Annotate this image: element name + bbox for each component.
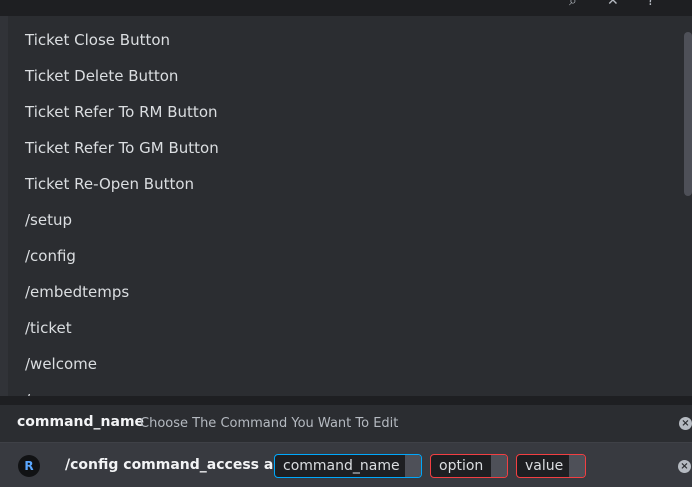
option-option-field[interactable]: option xyxy=(430,454,508,478)
hint-description: Choose The Command You Want To Edit xyxy=(140,416,399,431)
list-item[interactable]: /ticket xyxy=(25,310,72,346)
list-item[interactable]: /... xyxy=(25,382,44,396)
option-value-slot[interactable] xyxy=(569,455,585,477)
list-item[interactable]: Ticket Delete Button xyxy=(25,58,178,94)
list-item[interactable]: Ticket Re-Open Button xyxy=(25,166,194,202)
list-item[interactable]: /welcome xyxy=(25,346,97,382)
list-item[interactable]: Ticket Refer To RM Button xyxy=(25,94,218,130)
inbox-icon[interactable]: ⌕ xyxy=(569,0,577,9)
scrollbar-thumb[interactable] xyxy=(684,32,692,196)
option-label: command_name xyxy=(283,458,400,474)
list-item[interactable]: /setup xyxy=(25,202,72,238)
bot-avatar: R xyxy=(18,455,40,477)
hint-option-name: command_name xyxy=(17,414,145,430)
list-item[interactable]: Ticket Close Button xyxy=(25,22,170,58)
option-label: value xyxy=(525,458,564,474)
close-icon[interactable]: ✕ xyxy=(607,0,619,9)
option-value-slot[interactable] xyxy=(491,455,507,477)
list-item[interactable]: /config xyxy=(25,238,76,274)
option-hint: command_name Choose The Command You Want… xyxy=(0,405,692,443)
option-value-field[interactable]: value xyxy=(516,454,586,478)
autocomplete-list: Ticket Close Button Ticket Delete Button… xyxy=(8,16,692,396)
close-hint-icon[interactable]: × xyxy=(679,417,692,430)
list-item[interactable]: /embedtemps xyxy=(25,274,129,310)
list-item[interactable]: Ticket Refer To GM Button xyxy=(25,130,219,166)
help-icon[interactable]: ? xyxy=(647,0,654,9)
option-label: option xyxy=(439,458,484,474)
slash-command-input[interactable]: R /config command_access add command_nam… xyxy=(0,443,692,487)
command-text: /config command_access add xyxy=(65,457,294,473)
top-bar: ⌕ ✕ ? xyxy=(0,0,692,16)
clear-command-icon[interactable]: × xyxy=(678,460,691,473)
option-value-slot[interactable] xyxy=(405,455,421,477)
option-command-name-field[interactable]: command_name xyxy=(274,454,422,478)
